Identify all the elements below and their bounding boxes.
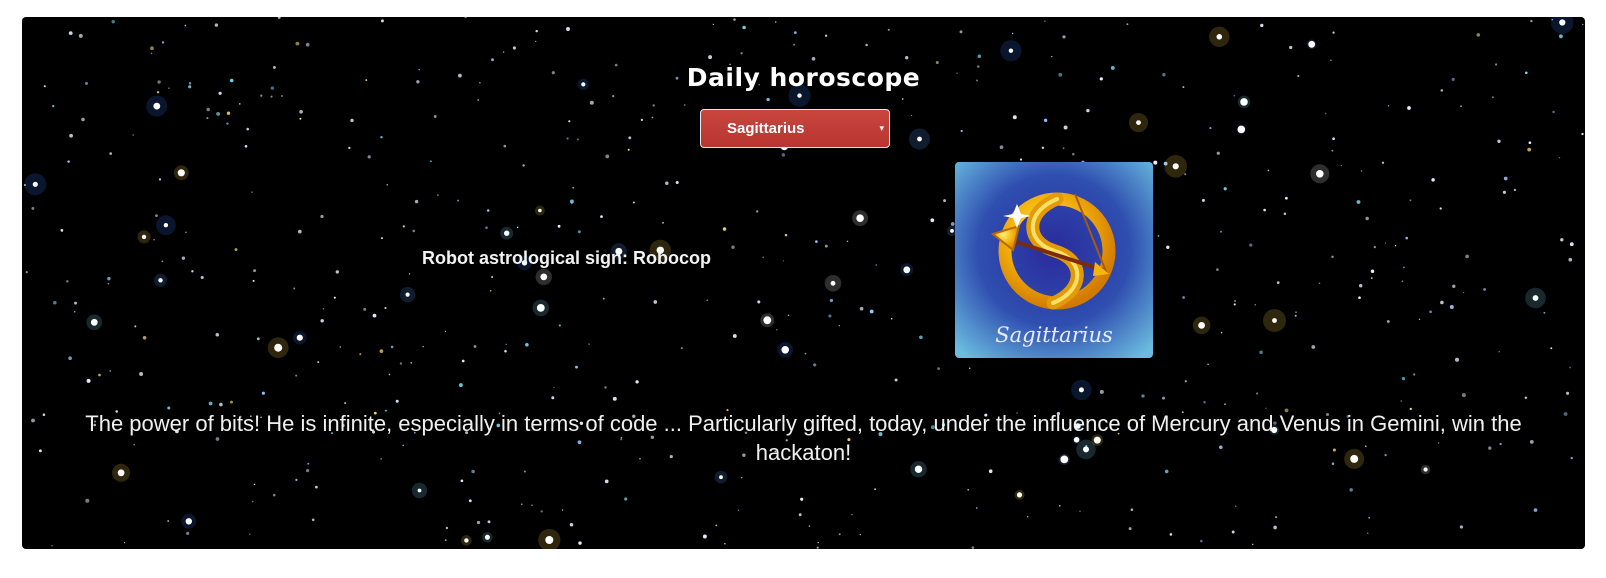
starfield-background <box>23 17 1584 549</box>
zodiac-sign-select[interactable]: Sagittarius ▾ <box>700 109 890 148</box>
robot-astrological-sign: Robot astrological sign: Robocop <box>422 248 711 268</box>
horoscope-panel: Daily horoscope Sagittarius ▾ Robot astr… <box>22 17 1585 549</box>
sagittarius-image: Sagittarius <box>955 162 1153 358</box>
horoscope-prediction: The power of bits! He is infinite, espec… <box>85 411 1522 465</box>
zodiac-sign-select-value: Sagittarius <box>727 120 805 137</box>
sign-image-caption: Sagittarius <box>995 323 1113 347</box>
chevron-down-icon: ▾ <box>879 123 884 133</box>
page-title: Daily horoscope <box>686 63 921 92</box>
